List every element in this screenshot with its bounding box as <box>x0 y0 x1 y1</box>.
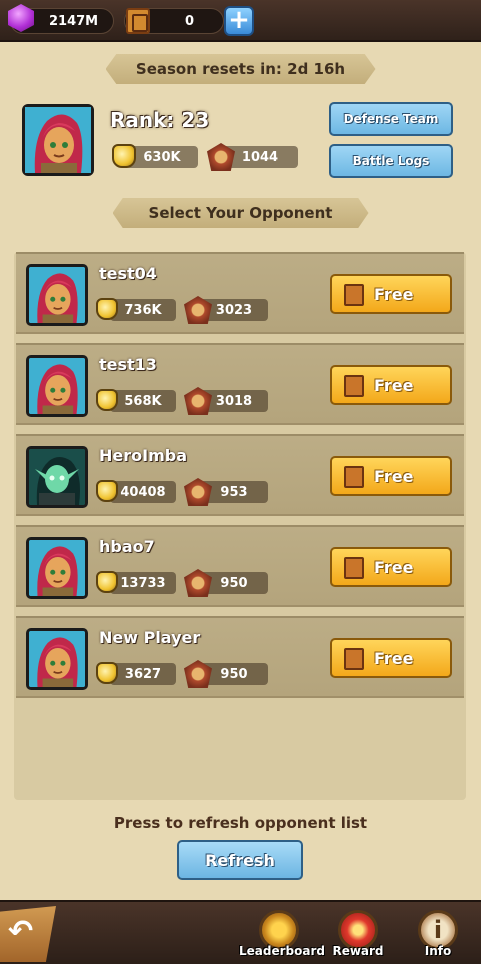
gem-amount: 2147M <box>49 13 99 29</box>
green-elf-hero-portrait <box>29 449 85 505</box>
free-battle-button[interactable]: Free <box>330 456 452 496</box>
season-reset-text: Season resets in: 2d 16h <box>135 60 346 78</box>
opponent-row: New Player 3627 950 Free <box>16 616 464 698</box>
reward-button[interactable]: Reward <box>318 908 398 964</box>
opponent-trophies-value: 953 <box>220 484 248 500</box>
opponent-power-value: 736K <box>124 302 162 318</box>
free-battle-label: Free <box>374 375 414 395</box>
opponent-power-value: 568K <box>124 393 162 409</box>
free-battle-label: Free <box>374 557 414 577</box>
battle-logs-label: Battle Logs <box>352 154 430 168</box>
red-hair-heroine-portrait <box>29 540 85 596</box>
free-battle-button[interactable]: Free <box>330 547 452 587</box>
power-fist-icon <box>96 389 118 411</box>
arena-ticket-icon <box>344 284 364 306</box>
arena-ticket-icon <box>344 375 364 397</box>
leaderboard-button[interactable]: Leaderboard <box>239 908 325 964</box>
player-power-value: 630K <box>143 149 181 165</box>
opponent-power-value: 3627 <box>124 666 162 682</box>
opponent-power: 3627 <box>110 663 176 685</box>
arena-ticket-icon <box>344 648 364 670</box>
opponent-name: test13 <box>99 355 157 374</box>
opponent-row: test13 568K 3018 Free <box>16 343 464 425</box>
select-opponent-title: Select Your Opponent <box>148 204 333 222</box>
free-battle-button[interactable]: Free <box>330 274 452 314</box>
red-hair-heroine-portrait <box>29 631 85 687</box>
back-arrow-icon: ↶ <box>8 914 34 949</box>
free-battle-label: Free <box>374 284 414 304</box>
add-tickets-button[interactable]: + <box>224 6 254 36</box>
opponent-avatar[interactable] <box>26 628 88 690</box>
opponent-row: HeroImba 40408 953 Free <box>16 434 464 516</box>
info-button[interactable]: i Info <box>398 908 478 964</box>
arena-ticket-icon <box>126 8 150 34</box>
refresh-label: Refresh <box>205 850 275 870</box>
player-avatar[interactable] <box>22 104 94 176</box>
opponent-avatar[interactable] <box>26 355 88 417</box>
opponent-row: hbao7 13733 950 Free <box>16 525 464 607</box>
opponent-name: hbao7 <box>99 537 155 556</box>
opponent-power-value: 13733 <box>120 575 166 591</box>
season-reset-banner: Season resets in: 2d 16h <box>105 54 376 84</box>
opponent-trophies-value: 3023 <box>215 302 253 318</box>
opponent-row: test04 736K 3023 Free <box>16 252 464 334</box>
player-trophies-value: 1044 <box>241 149 279 165</box>
free-battle-button[interactable]: Free <box>330 638 452 678</box>
opponent-trophies-value: 3018 <box>215 393 253 409</box>
select-opponent-banner: Select Your Opponent <box>112 198 369 228</box>
ticket-amount: 0 <box>185 13 195 29</box>
reward-label: Reward <box>332 944 384 958</box>
red-hair-heroine-portrait <box>29 267 85 323</box>
opponent-power: 13733 <box>110 572 176 594</box>
opponent-name: New Player <box>99 628 201 647</box>
opponent-name: test04 <box>99 264 157 283</box>
red-hair-heroine-portrait <box>29 358 85 414</box>
opponent-avatar[interactable] <box>26 537 88 599</box>
opponent-avatar[interactable] <box>26 264 88 326</box>
opponent-trophies-value: 950 <box>220 666 248 682</box>
refresh-hint: Press to refresh opponent list <box>113 814 368 832</box>
opponent-avatar[interactable] <box>26 446 88 508</box>
refresh-button[interactable]: Refresh <box>177 840 303 880</box>
free-battle-label: Free <box>374 466 414 486</box>
player-power: 630K <box>126 146 198 168</box>
info-label: Info <box>424 944 452 958</box>
power-fist-icon <box>96 298 118 320</box>
red-hair-heroine-portrait <box>25 107 91 173</box>
free-battle-label: Free <box>374 648 414 668</box>
power-fist-icon <box>96 662 118 684</box>
opponent-power: 40408 <box>110 481 176 503</box>
opponent-power-value: 40408 <box>120 484 166 500</box>
power-fist-icon <box>112 144 136 168</box>
defense-team-label: Defense Team <box>343 112 439 126</box>
opponent-power: 568K <box>110 390 176 412</box>
defense-team-button[interactable]: Defense Team <box>329 102 453 136</box>
arena-ticket-icon <box>344 466 364 488</box>
opponent-name: HeroImba <box>99 446 187 465</box>
player-rank: Rank: 23 <box>110 108 210 132</box>
battle-logs-button[interactable]: Battle Logs <box>329 144 453 178</box>
plus-icon: + <box>228 5 250 35</box>
power-fist-icon <box>96 480 118 502</box>
power-fist-icon <box>96 571 118 593</box>
leaderboard-label: Leaderboard <box>239 944 325 958</box>
opponent-trophies-value: 950 <box>220 575 248 591</box>
arena-ticket-icon <box>344 557 364 579</box>
free-battle-button[interactable]: Free <box>330 365 452 405</box>
opponent-power: 736K <box>110 299 176 321</box>
